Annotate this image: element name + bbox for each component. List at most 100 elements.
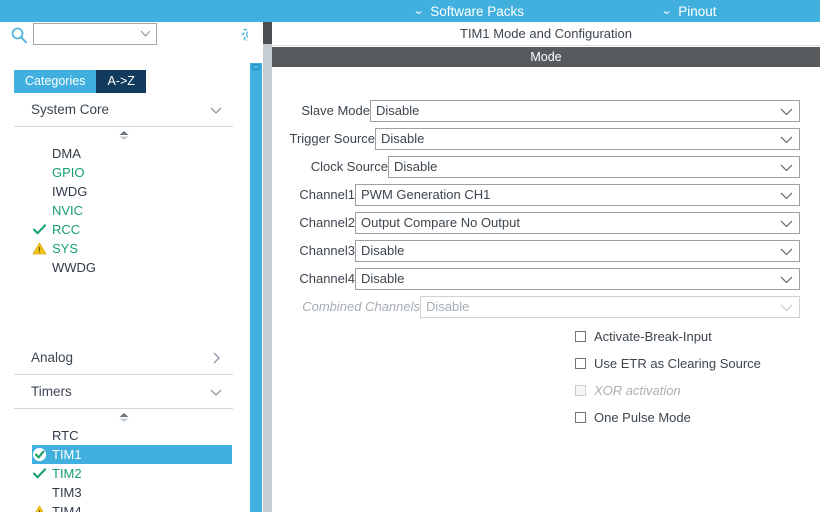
sidebar-tabs: Categories A->Z (14, 70, 146, 93)
field-channel4: Channel4 Disable (272, 268, 800, 290)
section-header-mode: Mode (272, 47, 820, 67)
field-combined-channels-label: Combined Channels (302, 299, 420, 314)
dropdown-clock-source[interactable]: Disable (388, 156, 800, 178)
field-clock-source-label: Clock Source (310, 159, 388, 174)
tree-item-rtc[interactable]: RTC (14, 426, 233, 445)
chevron-down-icon: ⌄ (412, 4, 425, 17)
tree-item-nvic[interactable]: NVIC (14, 201, 233, 220)
chevron-right-icon[interactable] (209, 351, 223, 365)
checkbox-one-pulse-mode-label: One Pulse Mode (594, 409, 691, 425)
dropdown-channel3-value: Disable (361, 243, 405, 258)
scroll-up-icon[interactable] (117, 130, 130, 141)
field-channel4-label: Channel4 (299, 271, 355, 286)
checkbox-box-icon[interactable] (575, 330, 586, 342)
warning-icon (32, 241, 47, 256)
tree-item-tim2[interactable]: TIM2 (14, 464, 233, 483)
menu-item-pinout[interactable]: ⌄ Pinout (660, 0, 717, 22)
tree-list-system-core: DMA GPIO IWDG NVIC RCC SYS WWDG (14, 127, 233, 277)
tree-item-iwdg-label: IWDG (52, 184, 88, 199)
chevron-down-icon (780, 246, 793, 257)
chevron-down-icon (780, 134, 793, 145)
dropdown-channel2-value: Output Compare No Output (361, 215, 520, 230)
tree-item-tim3-label: TIM3 (52, 485, 82, 500)
chevron-down-icon: ⌄ (660, 4, 673, 17)
chevron-down-icon (780, 190, 793, 201)
chevron-down-icon[interactable] (209, 103, 223, 117)
chevron-down-icon (780, 218, 793, 229)
field-channel2: Channel2 Output Compare No Output (272, 212, 800, 234)
field-trigger-source-label: Trigger Source (289, 131, 376, 146)
tree-item-dma[interactable]: DMA (14, 144, 233, 163)
warning-icon (32, 504, 47, 512)
dropdown-channel1[interactable]: PWM Generation CH1 (355, 184, 800, 206)
field-slave-mode-label: Slave Mode (301, 103, 370, 118)
dropdown-trigger-source-value: Disable (381, 131, 425, 146)
dropdown-channel3[interactable]: Disable (355, 240, 800, 262)
tree-group-system-core[interactable]: System Core (14, 93, 233, 127)
tree-item-wwdg[interactable]: WWDG (14, 258, 233, 277)
search-icon[interactable] (10, 26, 28, 44)
tree-item-sys-label: SYS (52, 241, 79, 256)
tree-group-analog[interactable]: Analog (14, 341, 233, 375)
checkbox-activate-break-input[interactable]: Activate-Break-Input (575, 326, 712, 346)
checkbox-xor-activation: XOR activation (575, 380, 681, 400)
field-trigger-source: Trigger Source Disable (272, 128, 800, 150)
checkbox-use-etr-as-clearing-source-label: Use ETR as Clearing Source (594, 355, 761, 371)
chevron-down-icon[interactable] (209, 385, 223, 399)
check-circle-icon (32, 447, 47, 462)
tree-group-system-core-label: System Core (31, 102, 110, 117)
checkbox-xor-activation-label: XOR activation (594, 382, 681, 398)
field-channel3-label: Channel3 (299, 243, 355, 258)
dropdown-combined-channels-value: Disable (426, 299, 470, 314)
check-icon (32, 222, 47, 237)
tree-item-rcc-label: RCC (52, 222, 81, 237)
tree-item-nvic-label: NVIC (52, 203, 84, 218)
field-slave-mode: Slave Mode Disable (272, 100, 800, 122)
checkbox-box-icon (575, 384, 586, 396)
field-channel2-label: Channel2 (299, 215, 355, 230)
tree-group-analog-label: Analog (31, 350, 74, 365)
field-channel3: Channel3 Disable (272, 240, 800, 262)
tree-item-tim4[interactable]: TIM4 (14, 502, 233, 512)
chevron-down-icon (780, 106, 793, 117)
check-icon (32, 466, 47, 481)
dropdown-channel1-value: PWM Generation CH1 (361, 187, 491, 202)
panel-divider[interactable] (263, 22, 272, 512)
tree-item-tim1[interactable]: TIM1 (32, 445, 232, 464)
checkbox-one-pulse-mode[interactable]: One Pulse Mode (575, 407, 691, 427)
tree-item-sys[interactable]: SYS (14, 239, 233, 258)
peripheral-tree: System Core DMA GPIO IWDG NVIC RCC SYS W… (14, 93, 233, 512)
field-clock-source: Clock Source Disable (272, 156, 800, 178)
dropdown-channel2[interactable]: Output Compare No Output (355, 212, 800, 234)
panel-divider-cap (263, 22, 272, 44)
tab-categories[interactable]: Categories (14, 70, 97, 93)
menu-item-software-packs[interactable]: ⌄ Software Packs (412, 0, 525, 22)
checkbox-box-icon[interactable] (575, 411, 586, 423)
tree-item-gpio-label: GPIO (52, 165, 85, 180)
tree-item-tim1-label: TIM1 (52, 447, 82, 462)
tree-item-tim4-label: TIM4 (52, 504, 82, 512)
menu-item-software-packs-label: Software Packs (430, 3, 525, 19)
checkbox-box-icon[interactable] (575, 357, 586, 369)
chevron-down-icon[interactable] (140, 28, 151, 39)
menu-item-pinout-label: Pinout (678, 3, 717, 19)
tab-a-to-z[interactable]: A->Z (96, 70, 146, 93)
dropdown-trigger-source[interactable]: Disable (375, 128, 800, 150)
tree-group-timers[interactable]: Timers (14, 375, 233, 409)
gear-icon[interactable] (240, 25, 248, 44)
search-input[interactable] (33, 23, 157, 45)
tree-list-timers: RTC TIM1 TIM2 TIM3 TIM4 (14, 409, 233, 512)
tree-item-tim3[interactable]: TIM3 (14, 483, 233, 502)
dropdown-slave-mode-value: Disable (376, 103, 420, 118)
dropdown-slave-mode[interactable]: Disable (370, 100, 800, 122)
tree-item-iwdg[interactable]: IWDG (14, 182, 233, 201)
tree-item-tim2-label: TIM2 (52, 466, 82, 481)
tree-item-rcc[interactable]: RCC (14, 220, 233, 239)
sidebar-scrollbar-thumb[interactable] (250, 63, 262, 512)
tree-item-gpio[interactable]: GPIO (14, 163, 233, 182)
mode-form: Slave Mode Disable Trigger Source Disabl… (272, 76, 820, 512)
scroll-up-icon[interactable] (117, 412, 130, 423)
checkbox-use-etr-as-clearing-source[interactable]: Use ETR as Clearing Source (575, 353, 761, 373)
dropdown-channel4[interactable]: Disable (355, 268, 800, 290)
scrollbar-grip (252, 64, 260, 70)
